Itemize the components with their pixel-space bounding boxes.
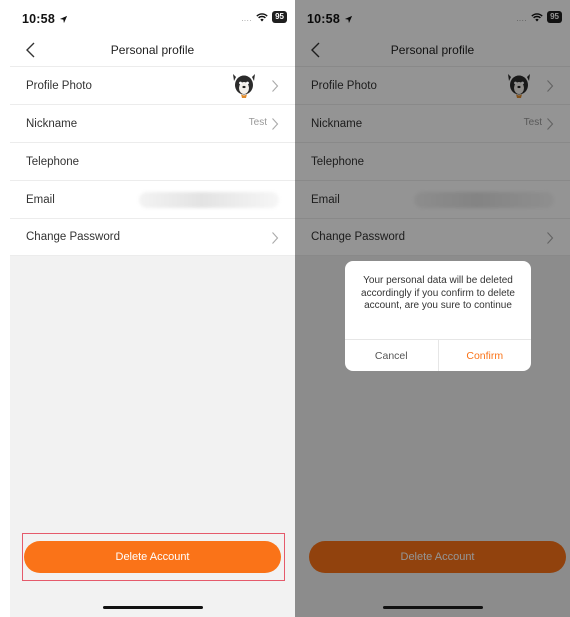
nav-bar: Personal profile <box>10 34 295 66</box>
telephone-row[interactable]: Telephone <box>10 142 295 180</box>
dialog-message: Your personal data will be deleted accor… <box>361 275 515 311</box>
confirm-delete-dialog: Your personal data will be deleted accor… <box>345 261 531 371</box>
email-row[interactable]: Email <box>10 180 295 218</box>
nickname-label: Nickname <box>26 117 78 130</box>
home-indicator <box>102 606 203 609</box>
profile-photo-label: Profile Photo <box>26 79 92 92</box>
email-label: Email <box>26 193 55 206</box>
cancel-button[interactable]: Cancel <box>345 340 439 371</box>
chevron-right-icon <box>272 80 279 92</box>
confirm-button[interactable]: Confirm <box>439 340 532 371</box>
change-password-label: Change Password <box>26 231 120 243</box>
chevron-right-icon <box>272 232 279 244</box>
screen-profile: 10:58 .... 95 Personal profile Profile P… <box>10 0 295 617</box>
status-time: 10:58 <box>22 12 68 26</box>
dialog-actions: Cancel Confirm <box>345 339 531 371</box>
email-value-redacted <box>139 192 279 208</box>
screen-profile-dialog: 10:58 .... 95 Personal profile Profile P… <box>295 0 570 617</box>
profile-list: Profile Photo Nickname Test Telephone Em… <box>10 66 295 256</box>
profile-photo-row[interactable]: Profile Photo <box>10 66 295 104</box>
signal-icon: .... <box>241 13 253 23</box>
status-time-text: 10:58 <box>22 12 55 26</box>
battery-icon: 95 <box>272 11 287 23</box>
chevron-right-icon <box>272 118 279 130</box>
delete-account-button[interactable]: Delete Account <box>24 541 281 573</box>
page-title: Personal profile <box>110 43 195 57</box>
wifi-icon <box>256 12 268 21</box>
change-password-row[interactable]: Change Password <box>10 218 295 256</box>
home-indicator <box>382 606 483 609</box>
status-icons: .... 95 <box>241 11 287 23</box>
status-bar: 10:58 .... 95 <box>10 0 295 32</box>
nickname-value: Test <box>248 117 267 128</box>
telephone-label: Telephone <box>26 155 80 168</box>
dog-avatar <box>233 74 255 98</box>
nickname-row[interactable]: Nickname Test <box>10 104 295 142</box>
location-arrow-icon <box>59 15 67 24</box>
